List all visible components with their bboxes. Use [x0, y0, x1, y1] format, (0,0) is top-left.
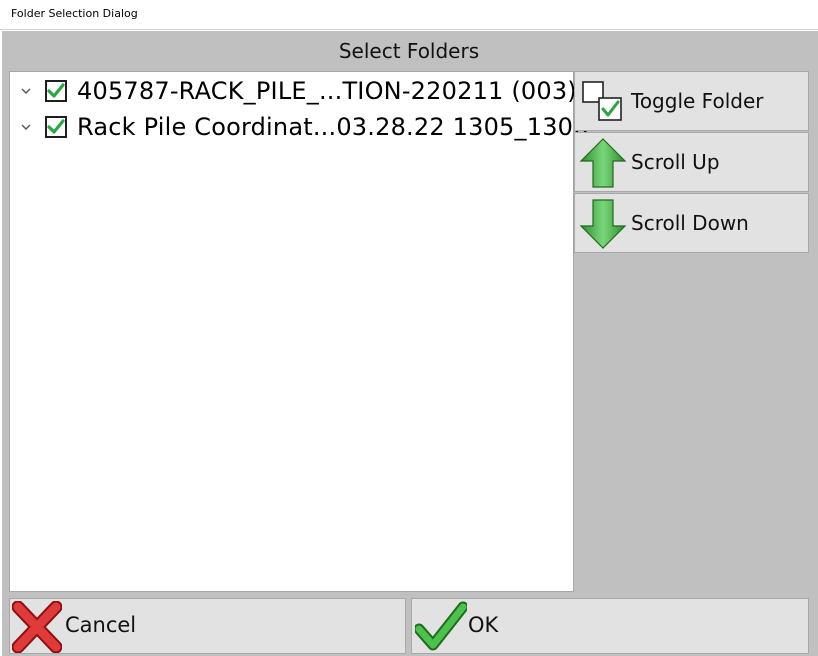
toggle-folder-icon [582, 81, 622, 121]
arrow-down-icon [579, 199, 627, 249]
folder-checkbox[interactable] [45, 116, 67, 138]
green-check-icon [415, 601, 467, 651]
ok-button[interactable]: OK [411, 598, 809, 654]
folder-selection-dialog: Select Folders 405787-RACK_PILE_...TION-… [2, 31, 816, 656]
tree-item-label: 405787-RACK_PILE_...TION-220211 (003) [77, 77, 577, 105]
toggle-folder-button[interactable]: Toggle Folder [574, 71, 809, 131]
chevron-down-icon[interactable] [21, 88, 31, 95]
scroll-down-button[interactable]: Scroll Down [574, 193, 809, 253]
tree-item[interactable]: Rack Pile Coordinat...03.28.22 1305_1306 [10, 110, 588, 144]
scroll-up-label: Scroll Up [631, 150, 720, 174]
window-edge [814, 31, 818, 656]
arrow-up-icon [579, 138, 627, 188]
scroll-up-button[interactable]: Scroll Up [574, 132, 809, 192]
red-x-icon [12, 601, 62, 653]
dialog-header: Select Folders [338, 39, 480, 63]
scroll-down-label: Scroll Down [631, 211, 749, 235]
check-icon [47, 83, 65, 98]
window-title: Folder Selection Dialog [11, 7, 138, 20]
folder-checkbox[interactable] [45, 80, 67, 102]
tree-item-label: Rack Pile Coordinat...03.28.22 1305_1306 [77, 113, 589, 141]
toggle-folder-label: Toggle Folder [631, 89, 764, 113]
ok-label: OK [468, 613, 499, 637]
title-bar: Folder Selection Dialog [0, 0, 818, 30]
folder-tree[interactable]: 405787-RACK_PILE_...TION-220211 (003) Ra… [9, 71, 588, 592]
chevron-down-icon[interactable] [21, 124, 31, 131]
cancel-label: Cancel [65, 613, 137, 637]
check-icon [47, 119, 65, 134]
tree-item[interactable]: 405787-RACK_PILE_...TION-220211 (003) [10, 74, 577, 108]
cancel-button[interactable]: Cancel [9, 598, 406, 654]
